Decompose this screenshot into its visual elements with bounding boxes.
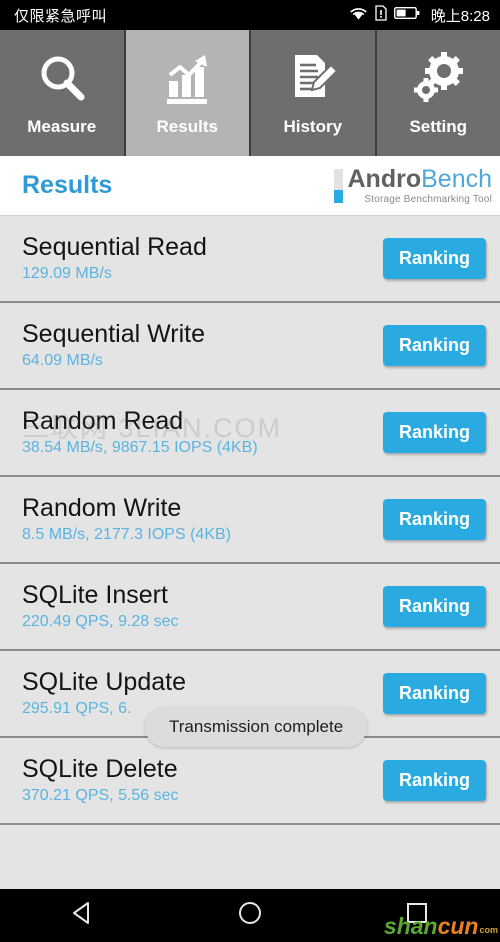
tab-measure[interactable]: Measure bbox=[0, 30, 126, 156]
sim-alert-icon bbox=[375, 5, 387, 25]
result-title: SQLite Insert bbox=[22, 582, 383, 608]
logo-bench: Bench bbox=[421, 165, 492, 193]
nav-back-button[interactable] bbox=[53, 889, 113, 942]
ranking-button[interactable]: Ranking bbox=[383, 760, 486, 801]
wifi-icon bbox=[349, 6, 368, 25]
ranking-button[interactable]: Ranking bbox=[383, 586, 486, 627]
clock-label: 晚上8:28 bbox=[431, 5, 490, 26]
result-title: Random Write bbox=[22, 495, 383, 521]
tab-results[interactable]: Results bbox=[126, 30, 252, 156]
magnifier-icon bbox=[34, 49, 90, 107]
battery-icon bbox=[394, 6, 420, 24]
logo-subtitle: Storage Benchmarking Tool bbox=[364, 194, 492, 205]
toast-message: Transmission complete bbox=[145, 707, 367, 747]
logo-andro: Andro bbox=[348, 165, 422, 193]
tab-label-results: Results bbox=[157, 117, 218, 137]
result-value: 220.49 QPS, 9.28 sec bbox=[22, 613, 383, 631]
status-bar: 仅限紧急呼叫 晚上8:28 bbox=[0, 0, 500, 30]
result-title: SQLite Update bbox=[22, 669, 383, 695]
tab-bar: Measure Results bbox=[0, 30, 500, 156]
page-title: Results bbox=[22, 171, 112, 200]
watermark-part3: com bbox=[479, 926, 498, 935]
result-value: 370.21 QPS, 5.56 sec bbox=[22, 787, 383, 805]
result-title: SQLite Delete bbox=[22, 756, 383, 782]
androbench-logo: AndroBench Storage Benchmarking Tool bbox=[334, 167, 493, 205]
result-value: 8.5 MB/s, 2177.3 IOPS (4KB) bbox=[22, 526, 383, 544]
tab-setting[interactable]: Setting bbox=[377, 30, 500, 156]
result-title: Random Read bbox=[22, 408, 383, 434]
gears-icon bbox=[410, 49, 466, 107]
result-value: 129.09 MB/s bbox=[22, 265, 383, 283]
ranking-button[interactable]: Ranking bbox=[383, 412, 486, 453]
ranking-button[interactable]: Ranking bbox=[383, 673, 486, 714]
table-row[interactable]: Random Read 38.54 MB/s, 9867.15 IOPS (4K… bbox=[0, 390, 500, 477]
ranking-button[interactable]: Ranking bbox=[383, 238, 486, 279]
table-row[interactable]: SQLite Delete 370.21 QPS, 5.56 sec Ranki… bbox=[0, 738, 500, 825]
tab-label-setting: Setting bbox=[409, 117, 467, 137]
tab-label-history: History bbox=[283, 117, 342, 137]
result-title: Sequential Read bbox=[22, 234, 383, 260]
watermark-part1: shan bbox=[384, 915, 438, 938]
result-value: 38.54 MB/s, 9867.15 IOPS (4KB) bbox=[22, 439, 383, 457]
status-icons: 晚上8:28 bbox=[349, 5, 490, 26]
home-circle-icon bbox=[236, 899, 264, 932]
tab-label-measure: Measure bbox=[27, 117, 96, 137]
ranking-button[interactable]: Ranking bbox=[383, 325, 486, 366]
document-pencil-icon bbox=[285, 49, 341, 107]
ranking-button[interactable]: Ranking bbox=[383, 499, 486, 540]
back-triangle-icon bbox=[69, 899, 97, 932]
table-row[interactable]: Random Write 8.5 MB/s, 2177.3 IOPS (4KB)… bbox=[0, 477, 500, 564]
table-row[interactable]: SQLite Insert 220.49 QPS, 9.28 sec Ranki… bbox=[0, 564, 500, 651]
app-header: Results AndroBench Storage Benchmarking … bbox=[0, 156, 500, 216]
nav-home-button[interactable] bbox=[220, 889, 280, 942]
tab-history[interactable]: History bbox=[251, 30, 377, 156]
bar-chart-arrow-icon bbox=[159, 49, 215, 107]
logo-bar-icon bbox=[334, 169, 343, 203]
results-list: Sequential Read 129.09 MB/s Ranking Sequ… bbox=[0, 216, 500, 889]
watermark-part2: cun bbox=[438, 915, 479, 938]
carrier-label: 仅限紧急呼叫 bbox=[14, 5, 349, 26]
system-nav-bar: shancuncom bbox=[0, 889, 500, 942]
result-title: Sequential Write bbox=[22, 321, 383, 347]
result-value: 64.09 MB/s bbox=[22, 352, 383, 370]
shancun-watermark: shancuncom bbox=[384, 915, 498, 938]
table-row[interactable]: Sequential Write 64.09 MB/s Ranking bbox=[0, 303, 500, 390]
table-row[interactable]: Sequential Read 129.09 MB/s Ranking bbox=[0, 216, 500, 303]
